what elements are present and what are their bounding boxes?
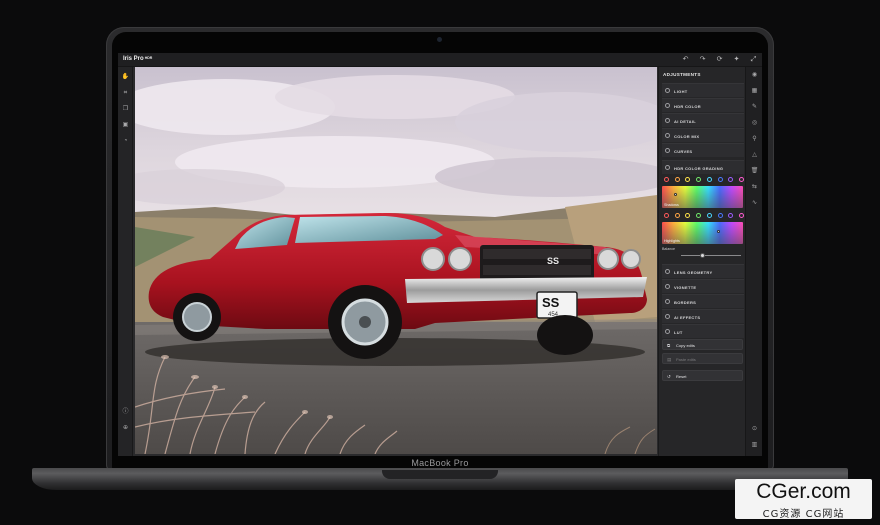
balance-label: Balance — [662, 247, 675, 251]
swatch-cyan[interactable] — [706, 213, 712, 218]
tag-icon[interactable]: ▣ — [121, 121, 130, 130]
copy-edits-button[interactable]: ⧉ Copy edits — [662, 339, 743, 350]
triangle-icon[interactable]: △ — [750, 151, 759, 160]
swatch-purple[interactable] — [728, 213, 734, 218]
swatch-yellow[interactable] — [685, 213, 691, 218]
brush-icon[interactable]: ✎ — [750, 103, 759, 112]
trash-icon[interactable]: 🗑 — [750, 167, 759, 176]
highlights-knob[interactable] — [717, 230, 720, 233]
section-color-mix[interactable]: COLOR MIX — [662, 128, 744, 142]
section-lut[interactable]: LUT — [662, 324, 744, 338]
section-toggle[interactable] — [665, 329, 670, 334]
section-toggle[interactable] — [665, 133, 670, 138]
section-vignette[interactable]: VIGNETTE — [662, 279, 744, 293]
swatch-blue[interactable] — [717, 177, 723, 182]
panel-header: ADJUSTMENTS — [663, 72, 701, 77]
section-toggle[interactable] — [665, 148, 670, 153]
balance-slider-knob[interactable] — [699, 253, 705, 258]
layers-icon[interactable]: ❐ — [121, 105, 130, 114]
copy-icon: ⧉ — [667, 342, 671, 348]
section-toggle[interactable] — [665, 299, 670, 304]
redo-icon[interactable]: ↷ — [698, 55, 707, 64]
section-toggle[interactable] — [665, 284, 670, 289]
info-icon[interactable]: ⓘ — [121, 408, 130, 417]
presets-icon[interactable]: ▦ — [750, 87, 759, 96]
swatch-cyan[interactable] — [706, 177, 712, 182]
swatch-orange[interactable] — [674, 213, 680, 218]
mask-icon[interactable]: ◎ — [750, 119, 759, 128]
shadow-swatches — [664, 177, 744, 184]
paste-icon: ▤ — [667, 356, 672, 362]
photo-canvas[interactable]: SS SS 454 — [135, 67, 657, 454]
shadows-knob[interactable] — [674, 193, 677, 196]
lock-icon[interactable]: ⊙ — [750, 425, 759, 434]
swatch-yellow[interactable] — [685, 177, 691, 182]
undo-icon[interactable]: ↶ — [681, 55, 690, 64]
hand-icon[interactable]: ✋ — [121, 73, 130, 82]
section-toggle[interactable] — [665, 165, 670, 170]
zoom-icon[interactable]: ⊕ — [121, 424, 130, 433]
section-toggle[interactable] — [665, 118, 670, 123]
export-icon[interactable]: ▥ — [750, 441, 759, 450]
camera — [437, 37, 442, 42]
highlight-swatches — [664, 213, 744, 220]
reset-button[interactable]: ↺ Reset — [662, 370, 743, 381]
app-window: Iris ProHDR ↶ ↷ ⟳ ✦ ⤢ ✋ ⌗ ❐ ▣ ◔ ⓘ ⊕ SS S… — [118, 53, 762, 456]
shadows-label: Shadows — [664, 203, 679, 207]
section-ai-effects[interactable]: AI EFFECTS — [662, 309, 744, 323]
adjustments-panel: ADJUSTMENTS LIGHT HDR COLOR AI DETAIL CO… — [658, 67, 745, 456]
history-icon[interactable]: ◔ — [121, 137, 130, 146]
section-hdr-color[interactable]: HDR COLOR — [662, 98, 744, 112]
section-lens-geometry[interactable]: LENS GEOMETRY — [662, 264, 744, 278]
swatch-orange[interactable] — [674, 177, 680, 182]
balance-slider[interactable] — [681, 253, 741, 258]
swatch-magenta[interactable] — [738, 213, 744, 218]
plate-text: SS — [542, 295, 560, 310]
highlights-color-wheel[interactable]: Highlights — [662, 222, 743, 244]
section-ai-detail[interactable]: AI DETAIL — [662, 113, 744, 127]
section-curves[interactable]: CURVES — [662, 143, 744, 157]
crop-icon[interactable]: ⌗ — [121, 89, 130, 98]
section-toggle[interactable] — [665, 88, 670, 93]
transform-icon[interactable]: ⇆ — [750, 183, 759, 192]
shadows-color-wheel[interactable]: Shadows — [662, 186, 743, 208]
eyedropper-icon[interactable]: ⚲ — [750, 135, 759, 144]
adjustments-icon[interactable]: ◉ — [750, 71, 759, 80]
redo-all-icon[interactable]: ⟳ — [715, 55, 724, 64]
car-photo: SS SS 454 — [135, 67, 657, 454]
section-toggle[interactable] — [665, 269, 670, 274]
section-light[interactable]: LIGHT — [662, 83, 744, 97]
swatch-red[interactable] — [664, 177, 669, 182]
right-rail: ◉ ▦ ✎ ◎ ⚲ △ 🗑 ⇆ ∿ ⊙ ▥ — [745, 67, 762, 456]
swatch-purple[interactable] — [728, 177, 734, 182]
device-brand: MacBook Pro — [411, 458, 469, 468]
curves-icon[interactable]: ∿ — [750, 199, 759, 208]
base-notch — [382, 470, 498, 479]
top-bar: Iris ProHDR ↶ ↷ ⟳ ✦ ⤢ — [118, 53, 762, 67]
swatch-green[interactable] — [696, 177, 702, 182]
swatch-red[interactable] — [664, 213, 669, 218]
top-icons: ↶ ↷ ⟳ ✦ ⤢ — [681, 55, 758, 64]
left-toolbar: ✋ ⌗ ❐ ▣ ◔ ⓘ ⊕ — [118, 67, 133, 456]
watermark-logo: CGer.com CG资源 CG网站 — [735, 479, 872, 520]
highlights-label: Highlights — [664, 239, 680, 243]
swatch-blue[interactable] — [717, 213, 723, 218]
section-hdr-color-grading[interactable]: HDR COLOR GRADING — [662, 160, 744, 174]
reset-icon: ↺ — [667, 373, 671, 379]
svg-text:SS: SS — [547, 256, 559, 266]
swatch-green[interactable] — [696, 213, 702, 218]
magic-wand-icon[interactable]: ✦ — [732, 55, 741, 64]
section-borders[interactable]: BORDERS — [662, 294, 744, 308]
fullscreen-icon[interactable]: ⤢ — [749, 55, 758, 64]
section-toggle[interactable] — [665, 103, 670, 108]
paste-edits-button[interactable]: ▤ Paste edits — [662, 353, 743, 364]
app-title: Iris ProHDR — [123, 56, 153, 62]
section-toggle[interactable] — [665, 314, 670, 319]
swatch-magenta[interactable] — [738, 177, 744, 182]
